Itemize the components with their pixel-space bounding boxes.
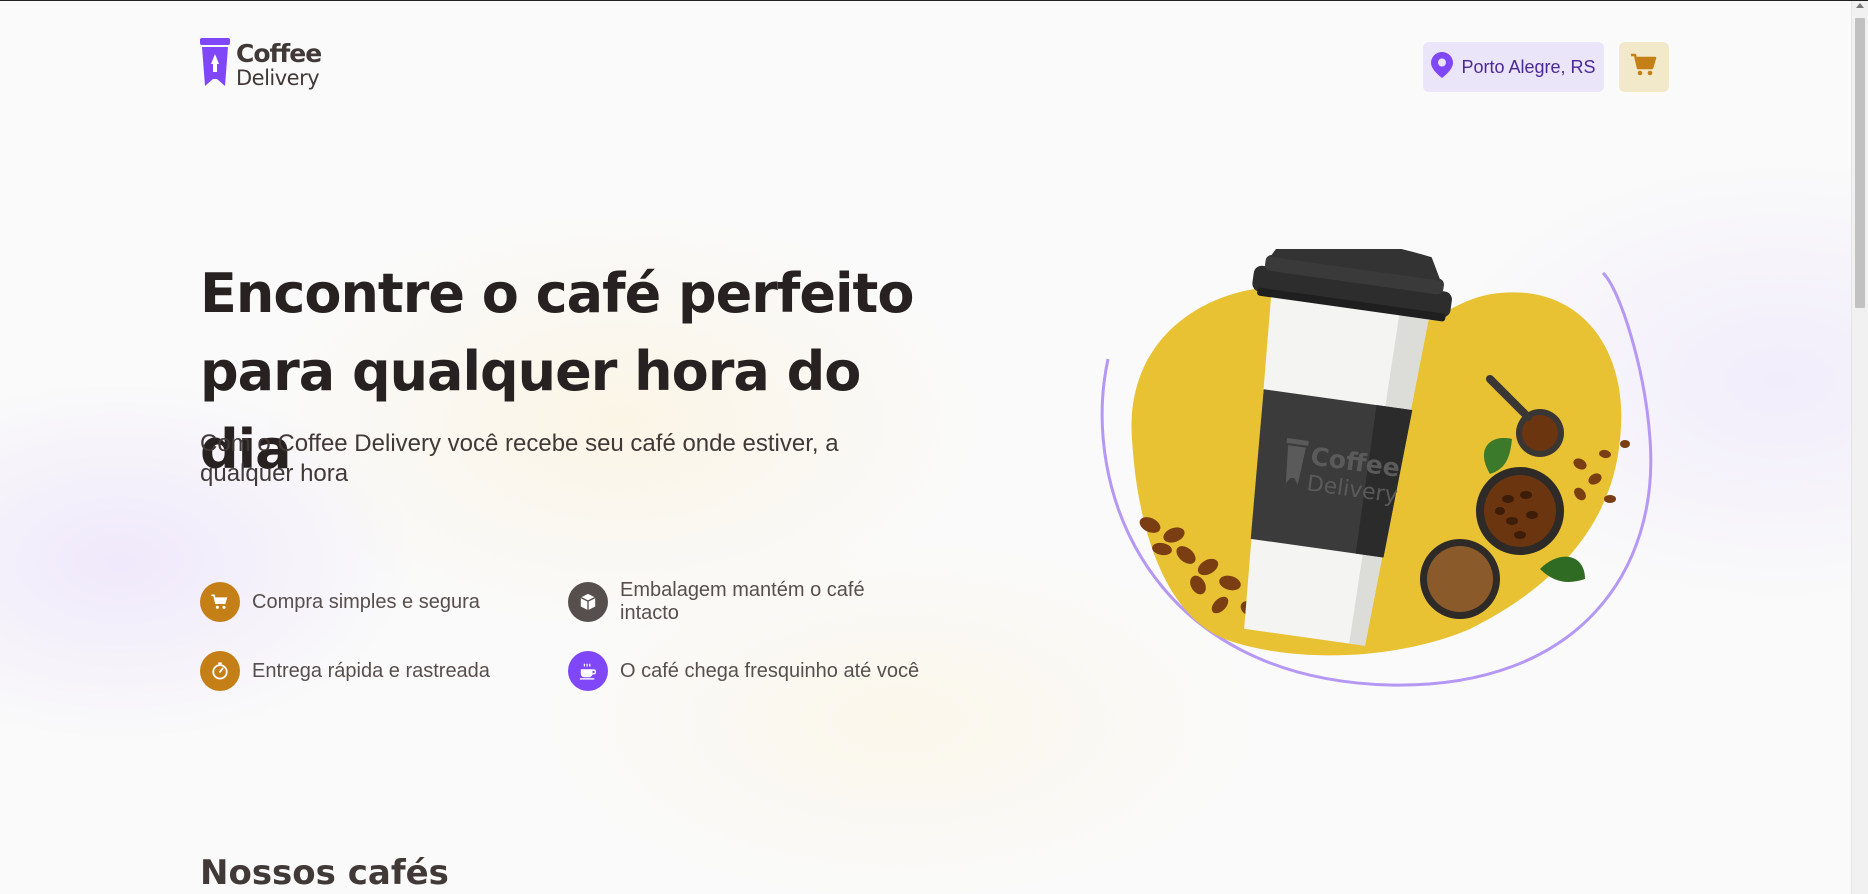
logo-cup-icon — [200, 38, 230, 93]
location-button[interactable]: Porto Alegre, RS — [1423, 42, 1604, 92]
logo-line1: Coffee — [236, 38, 322, 68]
scroll-up-arrow-icon[interactable] — [1856, 3, 1864, 8]
logo-line2: Delivery — [236, 65, 320, 90]
feature-item: Compra simples e segura — [200, 579, 568, 625]
package-icon — [568, 582, 608, 622]
feature-item: Embalagem mantém o café intacto — [568, 579, 928, 625]
catalog-title: Nossos cafés — [200, 853, 449, 893]
shopping-cart-icon — [1631, 53, 1657, 82]
map-pin-icon — [1431, 51, 1454, 83]
feature-label: O café chega fresquinho até você — [620, 659, 920, 682]
feature-item: Entrega rápida e rastreada — [200, 651, 568, 691]
hero-coffee-image: Coffee Delivery — [1080, 236, 1660, 689]
page-scrollbar[interactable] — [1851, 1, 1868, 894]
logo-text: Coffee Delivery — [236, 38, 322, 90]
hero-subtitle: Com o Coffee Delivery você recebe seu ca… — [200, 430, 839, 487]
logo[interactable]: Coffee Delivery — [200, 38, 322, 93]
page: Coffee Delivery Porto Alegre, RS Encontr… — [0, 0, 1868, 894]
feature-item: O café chega fresquinho até você — [568, 651, 928, 691]
feature-label: Compra simples e segura — [252, 590, 480, 613]
location-label: Porto Alegre, RS — [1461, 56, 1596, 77]
scroll-thumb[interactable] — [1855, 18, 1865, 308]
feature-label: Entrega rápida e rastreada — [252, 659, 490, 682]
coffee-icon — [568, 651, 608, 691]
timer-icon — [200, 651, 240, 691]
shopping-cart-icon — [200, 582, 240, 622]
feature-list: Compra simples e segura Embalagem mantém… — [200, 579, 928, 691]
cart-button[interactable] — [1619, 42, 1669, 92]
feature-label: Embalagem mantém o café intacto — [620, 579, 865, 624]
